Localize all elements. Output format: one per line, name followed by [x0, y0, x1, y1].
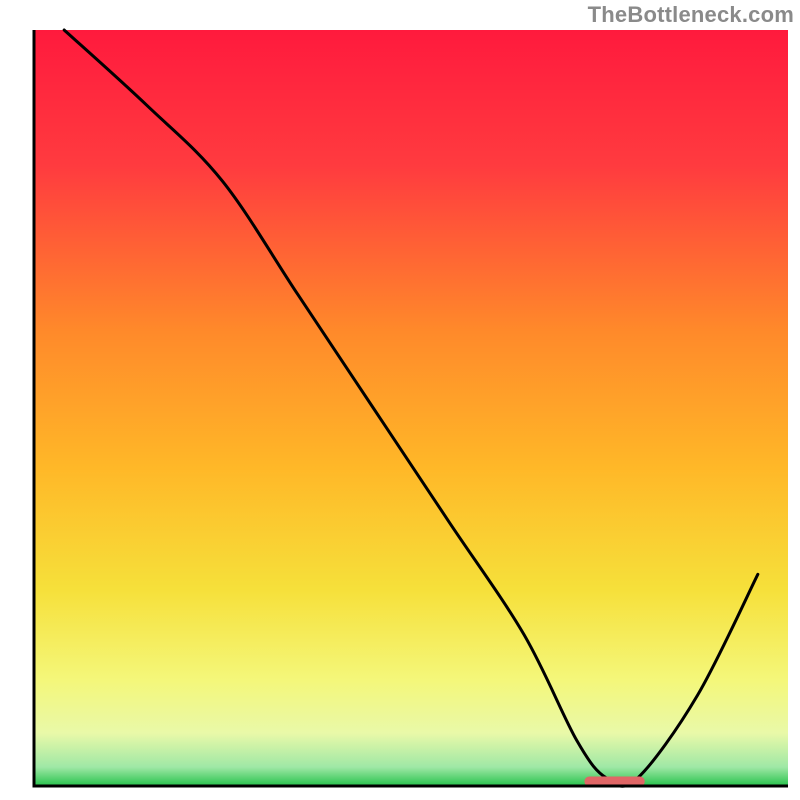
bottleneck-chart [0, 0, 800, 800]
chart-container: TheBottleneck.com [0, 0, 800, 800]
watermark-text: TheBottleneck.com [588, 2, 794, 28]
plot-background [34, 30, 788, 786]
